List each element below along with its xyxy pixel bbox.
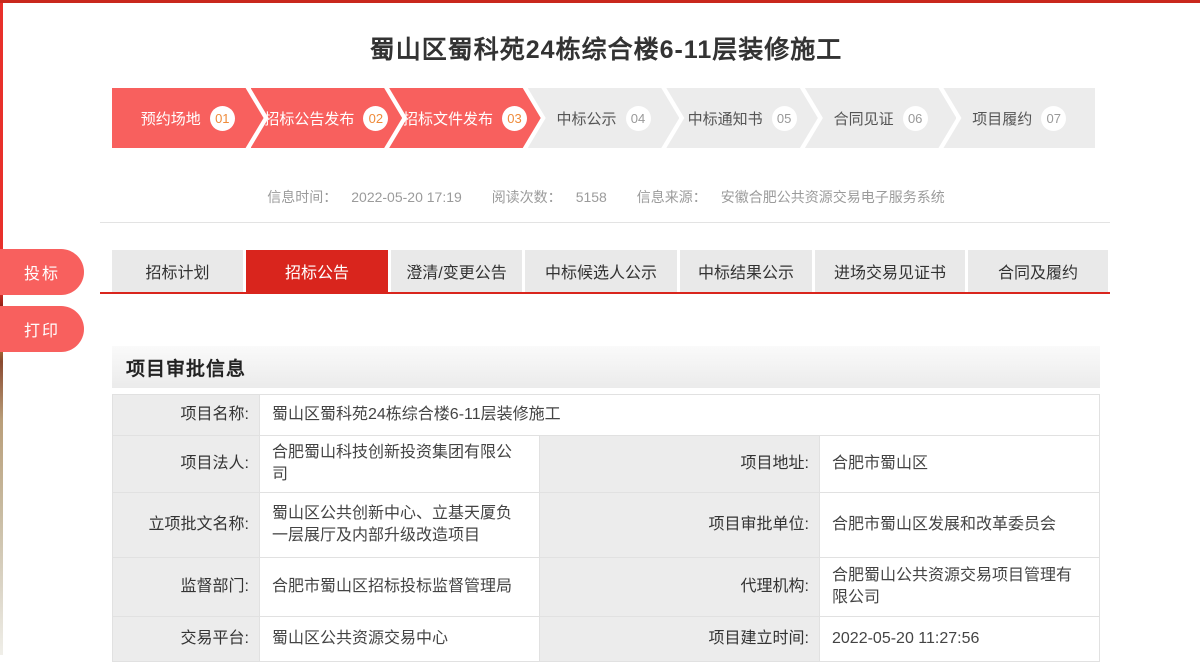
step-number-badge: 01 [210, 106, 235, 131]
step-label: 中标通知书 [688, 108, 763, 129]
info-source-label: 信息来源： [637, 189, 707, 205]
info-meta-line: 信息时间： 2022-05-20 17:19 阅读次数： 5158 信息来源： 安徽合… [112, 187, 1100, 207]
tab-bidding-plan[interactable]: 招标计划 [112, 250, 243, 292]
tab-result-publicity[interactable]: 中标结果公示 [680, 250, 812, 292]
tab-entry-transaction-certificate[interactable]: 进场交易见证书 [815, 250, 965, 292]
field-label-legal-person: 项目法人: [113, 436, 260, 493]
progress-stepbar: 预约场地 01 招标公告发布 02 招标文件发布 03 中标公示 04 中标通知… [112, 88, 1095, 148]
field-label-project-address: 项目地址: [540, 436, 820, 493]
field-label-project-name: 项目名称: [113, 395, 260, 436]
step-winner-publicity: 中标公示 04 [528, 88, 680, 148]
step-label: 预约场地 [141, 108, 201, 129]
field-value-supervision-department: 合肥市蜀山区招标投标监督管理局 [260, 558, 540, 617]
step-label: 中标公示 [557, 108, 617, 129]
field-value-legal-person: 合肥蜀山科技创新投资集团有限公司 [260, 436, 540, 493]
step-label: 合同见证 [834, 108, 894, 129]
field-label-approval-authority: 项目审批单位: [540, 493, 820, 558]
project-approval-table: 项目名称: 蜀山区蜀科苑24栋综合楼6-11层装修施工 项目法人: 合肥蜀山科技… [112, 394, 1100, 662]
step-contract-witness: 合同见证 06 [805, 88, 957, 148]
step-number-badge: 04 [626, 106, 651, 131]
tab-candidate-publicity[interactable]: 中标候选人公示 [525, 250, 677, 292]
step-number-badge: 02 [363, 106, 388, 131]
info-time-value: 2022-05-20 17:19 [351, 189, 462, 205]
table-row: 监督部门: 合肥市蜀山区招标投标监督管理局 代理机构: 合肥蜀山公共资源交易项目… [113, 558, 1100, 617]
bid-button[interactable]: 投标 [0, 249, 84, 295]
table-row: 项目名称: 蜀山区蜀科苑24栋综合楼6-11层装修施工 [113, 395, 1100, 436]
field-value-project-address: 合肥市蜀山区 [820, 436, 1100, 493]
section-title: 项目审批信息 [112, 354, 246, 381]
field-value-approval-document: 蜀山区公共创新中心、立基天厦负一层展厅及内部升级改造项目 [260, 493, 540, 558]
view-count-label: 阅读次数： [492, 189, 562, 205]
table-row: 项目法人: 合肥蜀山科技创新投资集团有限公司 项目地址: 合肥市蜀山区 [113, 436, 1100, 493]
page-title: 蜀山区蜀科苑24栋综合楼6-11层装修施工 [112, 30, 1100, 66]
table-row: 立项批文名称: 蜀山区公共创新中心、立基天厦负一层展厅及内部升级改造项目 项目审… [113, 493, 1100, 558]
field-label-supervision-department: 监督部门: [113, 558, 260, 617]
step-label: 招标文件发布 [403, 108, 493, 129]
horizontal-divider [100, 222, 1110, 223]
field-value-agency: 合肥蜀山公共资源交易项目管理有限公司 [820, 558, 1100, 617]
tab-bidding-announcement[interactable]: 招标公告 [246, 250, 388, 292]
field-label-approval-document: 立项批文名称: [113, 493, 260, 558]
step-number-badge: 06 [903, 106, 928, 131]
tabs-red-underline [100, 292, 1110, 294]
print-button[interactable]: 打印 [0, 306, 84, 352]
field-value-approval-authority: 合肥市蜀山区发展和改革委员会 [820, 493, 1100, 558]
step-number-badge: 07 [1041, 106, 1066, 131]
info-source-value: 安徽合肥公共资源交易电子服务系统 [721, 189, 945, 205]
step-number-badge: 03 [502, 106, 527, 131]
step-number-badge: 05 [772, 106, 797, 131]
page-top-border [0, 0, 1200, 3]
step-project-performance: 项目履约 07 [943, 88, 1095, 148]
step-label: 项目履约 [972, 108, 1032, 129]
step-reserve-venue: 预约场地 01 [112, 88, 264, 148]
category-tabs: 招标计划 招标公告 澄清/变更公告 中标候选人公示 中标结果公示 进场交易见证书… [112, 250, 1108, 292]
field-value-project-name: 蜀山区蜀科苑24栋综合楼6-11层装修施工 [260, 395, 1100, 436]
step-announcement-published: 招标公告发布 02 [251, 88, 403, 148]
info-time-label: 信息时间： [267, 189, 337, 205]
step-label: 招标公告发布 [264, 108, 354, 129]
tab-clarification-change[interactable]: 澄清/变更公告 [391, 250, 522, 292]
step-documents-published: 招标文件发布 03 [389, 88, 541, 148]
section-header-project-approval: 项目审批信息 [112, 346, 1100, 388]
tab-contract-performance[interactable]: 合同及履约 [968, 250, 1108, 292]
step-award-notice: 中标通知书 05 [666, 88, 818, 148]
field-label-agency: 代理机构: [540, 558, 820, 617]
view-count-value: 5158 [576, 189, 607, 205]
